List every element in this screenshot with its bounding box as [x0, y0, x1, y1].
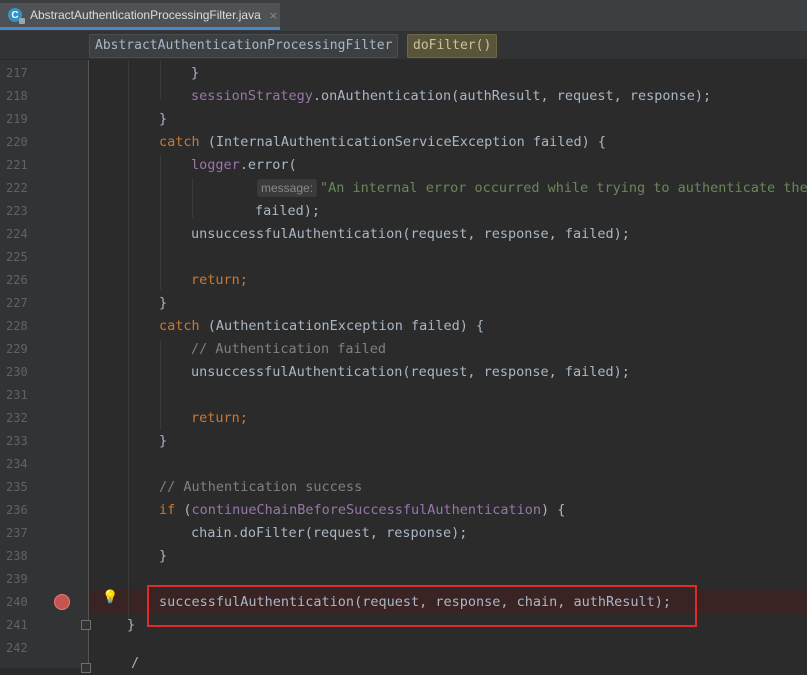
code-text: / [131, 655, 140, 671]
line-number: 219 [6, 112, 28, 126]
line-number: 235 [6, 480, 28, 494]
code-line[interactable]: sessionStrategy.onAuthentication(authRes… [191, 85, 711, 108]
code-text: failed); [255, 203, 321, 219]
indent-guide [160, 155, 161, 290]
code-line[interactable]: } [127, 614, 135, 637]
code-text: (AuthenticationException failed) { [199, 318, 485, 334]
indent-guide [160, 60, 161, 100]
code-keyword: return; [191, 272, 248, 288]
breakpoint-icon[interactable] [54, 594, 70, 610]
code-line[interactable]: logger.error( [191, 154, 297, 177]
code-line[interactable]: catch (AuthenticationException failed) { [159, 315, 484, 338]
line-number: 223 [6, 204, 28, 218]
line-number: 240 [6, 595, 28, 609]
line-number: 227 [6, 296, 28, 310]
lightbulb-icon[interactable]: 💡 [102, 590, 118, 605]
code-string: "An internal error occurred while trying… [320, 180, 807, 196]
line-number: 226 [6, 273, 28, 287]
line-number: 221 [6, 158, 28, 172]
code-line[interactable]: chain.doFilter(request, response); [191, 522, 467, 545]
code-text: } [127, 617, 136, 633]
line-number: 229 [6, 342, 28, 356]
fold-marker-icon[interactable] [81, 663, 91, 673]
code-text: unsuccessfulAuthentication(request, resp… [191, 364, 630, 380]
code-keyword: catch [159, 134, 200, 150]
line-number: 237 [6, 526, 28, 540]
code-text: .error( [239, 157, 297, 173]
line-number: 218 [6, 89, 28, 103]
code-comment: // Authentication failed [191, 341, 387, 357]
close-icon[interactable]: × [269, 9, 278, 22]
indent-guide [192, 178, 193, 218]
indent-guide [160, 340, 161, 430]
fold-marker-icon[interactable] [81, 620, 91, 630]
line-number: 241 [6, 618, 28, 632]
line-number: 238 [6, 549, 28, 563]
code-keyword: catch [159, 318, 200, 334]
line-number: 228 [6, 319, 28, 333]
editor-tab-bar: C AbstractAuthenticationProcessingFilter… [0, 0, 807, 32]
line-number: 225 [6, 250, 28, 264]
code-line[interactable]: unsuccessfulAuthentication(request, resp… [191, 361, 630, 384]
line-number: 232 [6, 411, 28, 425]
code-line[interactable]: } [159, 108, 167, 131]
code-line[interactable]: // Authentication success [159, 476, 362, 499]
code-text: (InternalAuthenticationServiceException … [199, 134, 607, 150]
code-text: unsuccessfulAuthentication(request, resp… [191, 226, 630, 242]
code-text: } [159, 295, 168, 311]
code-text: ) { [541, 502, 566, 518]
line-number: 217 [6, 66, 28, 80]
code-line[interactable]: } [159, 430, 167, 453]
code-keyword: return; [191, 410, 248, 426]
code-line[interactable]: if (continueChainBeforeSuccessfulAuthent… [159, 499, 565, 522]
indent-guide [128, 60, 129, 620]
line-number: 220 [6, 135, 28, 149]
editor-tab[interactable]: C AbstractAuthenticationProcessingFilter… [0, 3, 280, 30]
tab-label: AbstractAuthenticationProcessingFilter.j… [30, 8, 261, 22]
line-number: 239 [6, 572, 28, 586]
highlight-annotation-box [147, 585, 697, 627]
code-comment: // Authentication success [159, 479, 363, 495]
code-keyword: if [159, 502, 176, 518]
line-number: 230 [6, 365, 28, 379]
code-line[interactable]: // Authentication failed [191, 338, 386, 361]
code-line[interactable]: } [159, 292, 167, 315]
code-line[interactable]: message: "An internal error occurred whil… [257, 177, 807, 200]
line-number: 222 [6, 181, 28, 195]
line-number: 231 [6, 388, 28, 402]
code-line[interactable]: return; [191, 269, 248, 292]
java-class-icon: C [8, 8, 25, 24]
code-text: } [159, 111, 168, 127]
code-text: chain.doFilter(request, response); [191, 525, 468, 541]
code-field: sessionStrategy [191, 88, 313, 104]
code-text: } [159, 433, 168, 449]
line-number: 233 [6, 434, 28, 448]
code-line[interactable]: } [159, 545, 167, 568]
breadcrumb-class[interactable]: AbstractAuthenticationProcessingFilter [89, 34, 399, 58]
code-field: continueChainBeforeSuccessfulAuthenticat… [191, 502, 542, 518]
code-text: } [159, 548, 168, 564]
line-number: 234 [6, 457, 28, 471]
code-line[interactable]: } [191, 62, 199, 85]
line-number: 224 [6, 227, 28, 241]
code-text: .onAuthentication(authResult, request, r… [312, 88, 712, 104]
code-line[interactable]: return; [191, 407, 248, 430]
breadcrumb-method[interactable]: doFilter() [407, 34, 498, 58]
code-line[interactable]: catch (InternalAuthenticationServiceExce… [159, 131, 606, 154]
code-text: } [191, 65, 200, 81]
line-number: 236 [6, 503, 28, 517]
code-line[interactable]: failed); [255, 200, 320, 223]
code-line[interactable]: / [131, 652, 139, 675]
code-field: logger [191, 157, 240, 173]
parameter-hint: message: [257, 179, 318, 197]
line-number: 242 [6, 641, 28, 655]
code-line[interactable]: unsuccessfulAuthentication(request, resp… [191, 223, 630, 246]
breadcrumb: AbstractAuthenticationProcessingFilter d… [0, 32, 807, 59]
